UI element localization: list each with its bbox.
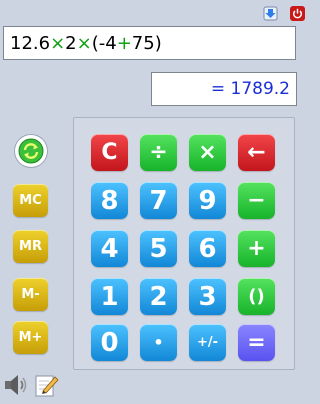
digit-5-button[interactable]: 5 [140, 230, 177, 267]
sound-button[interactable] [2, 372, 28, 398]
pencil-icon [35, 375, 59, 397]
expression-number: 2 [65, 33, 77, 54]
digit-9-button[interactable]: 9 [189, 182, 226, 219]
expression-number: 75) [131, 33, 162, 54]
edit-button[interactable] [34, 372, 60, 398]
keypad-panel: C ÷ × ← 8 7 9 − 4 5 6 + 1 2 3 () 0 • +/-… [73, 117, 295, 370]
clear-button[interactable]: C [91, 134, 128, 171]
expression-operator: × [50, 33, 66, 54]
negate-button[interactable]: +/- [189, 324, 226, 361]
divide-button[interactable]: ÷ [140, 134, 177, 171]
refresh-button[interactable] [15, 135, 47, 167]
digit-3-button[interactable]: 3 [189, 278, 226, 315]
digit-4-button[interactable]: 4 [91, 230, 128, 267]
digit-7-button[interactable]: 7 [140, 182, 177, 219]
equals-button[interactable]: = [238, 324, 275, 361]
power-icon [292, 8, 303, 19]
expression-field[interactable]: 12.6×2×(-4+75) [3, 26, 296, 60]
memory-recall-button[interactable]: MR [13, 230, 48, 263]
subtract-button[interactable]: − [238, 182, 275, 219]
digit-8-button[interactable]: 8 [91, 182, 128, 219]
backspace-button[interactable]: ← [238, 134, 275, 171]
decimal-point-button[interactable]: • [140, 324, 177, 361]
result-value: = 1789.2 [210, 79, 290, 99]
digit-6-button[interactable]: 6 [189, 230, 226, 267]
expression-operator: + [116, 33, 132, 54]
memory-clear-button[interactable]: MC [13, 184, 48, 217]
expression-operator: × [76, 33, 92, 54]
multiply-button[interactable]: × [189, 134, 226, 171]
minimize-button[interactable] [263, 6, 278, 21]
refresh-icon [18, 138, 44, 164]
digit-0-button[interactable]: 0 [91, 324, 128, 361]
digit-2-button[interactable]: 2 [140, 278, 177, 315]
down-arrow-icon [263, 6, 278, 21]
close-button[interactable] [290, 6, 305, 21]
expression-number: (-4 [91, 33, 117, 54]
memory-add-button[interactable]: M+ [13, 321, 48, 354]
result-display: = 1789.2 [151, 72, 297, 106]
add-button[interactable]: + [238, 230, 275, 267]
expression-number: 12.6 [10, 33, 51, 54]
memory-subtract-button[interactable]: M- [13, 278, 48, 311]
speaker-icon [5, 375, 27, 395]
digit-1-button[interactable]: 1 [91, 278, 128, 315]
parentheses-button[interactable]: () [238, 278, 275, 315]
